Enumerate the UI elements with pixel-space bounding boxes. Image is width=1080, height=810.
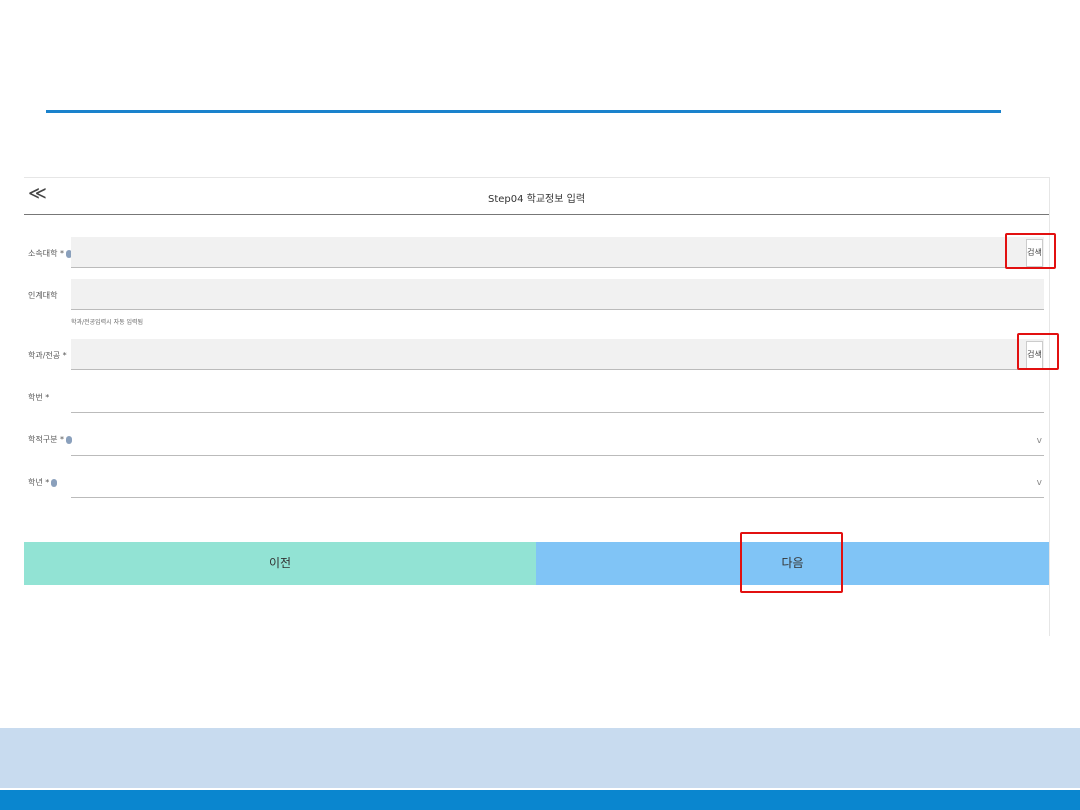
footer-band [0,728,1080,788]
university-label-text: 소속대학 * [28,249,64,258]
highlight-box [1017,333,1059,370]
exchange-university-field[interactable] [71,279,1044,310]
info-icon[interactable] [51,478,58,487]
grade-label-text: 학년 * [28,478,50,487]
student-id-field[interactable] [71,385,1044,413]
grade-label: 학년 * [28,477,58,488]
auto-fill-hint: 학과/전공입력시 자동 입력됨 [71,319,144,326]
major-label: 학과/전공 * [28,351,67,360]
panel-header: ≪ Step04 학교정보 입력 [24,178,1049,215]
school-info-panel: ≪ Step04 학교정보 입력 소속대학 * 검색 인계대학 학과/전공입력시… [24,177,1050,636]
status-label-text: 학적구분 * [28,435,64,444]
major-field[interactable]: 검색 [71,339,1044,370]
grade-select[interactable]: v [71,470,1044,498]
highlight-box [740,532,843,593]
prev-button[interactable]: 이전 [24,542,536,585]
page-title: Step04 학교정보 입력 [487,194,586,205]
chevron-down-icon: v [1036,436,1042,446]
university-field[interactable]: 검색 [71,237,1044,268]
university-label: 소속대학 * [28,248,72,259]
top-divider [46,110,1001,113]
chevron-down-icon: v [1036,478,1042,488]
student-id-label: 학번 * [28,393,50,402]
highlight-box [1005,233,1056,269]
status-select[interactable]: v [71,428,1044,456]
footer-bar [0,790,1080,810]
status-label: 학적구분 * [28,434,72,445]
exchange-university-label: 인계대학 [28,291,58,300]
